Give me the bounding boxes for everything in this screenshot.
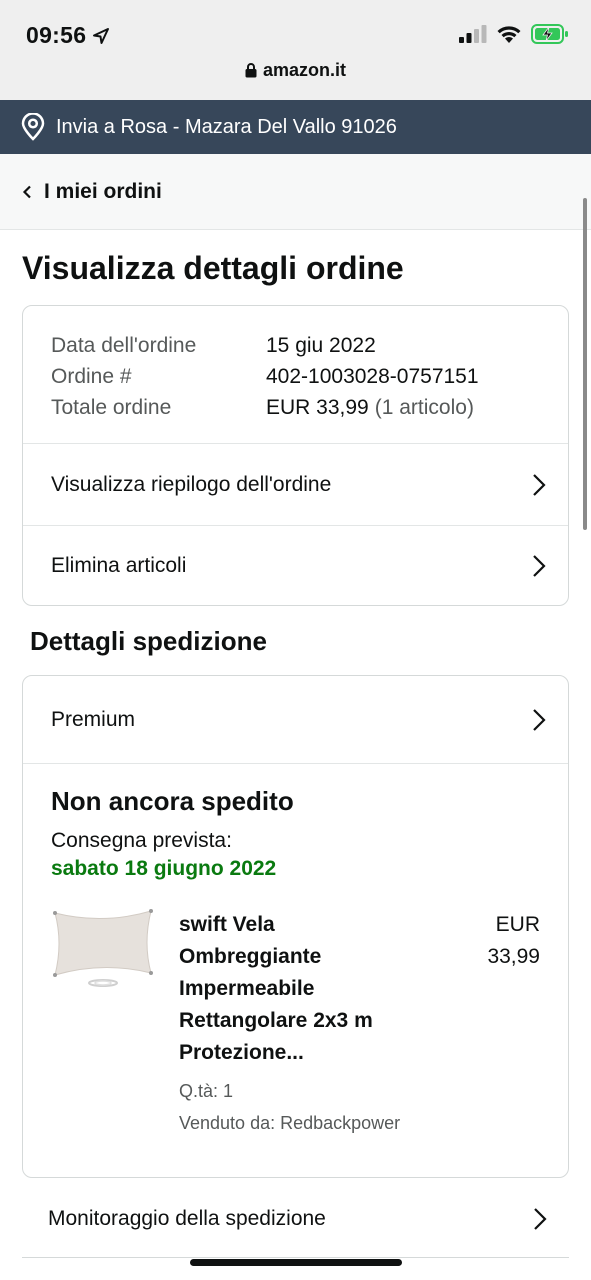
item-title-line: swift Vela <box>179 913 275 936</box>
item-meta: Q.tà: 1 Venduto da: Redbackpower <box>179 1075 479 1139</box>
back-label: I miei ordini <box>44 179 162 203</box>
delete-items-label: Elimina articoli <box>51 554 187 577</box>
order-total-label: Totale ordine <box>51 396 172 419</box>
chevron-left-icon <box>22 185 31 198</box>
url-text: amazon.it <box>262 60 346 80</box>
order-info: Data dell'ordine 15 giu 2022 Ordine # 40… <box>23 306 568 444</box>
item-price: EUR 33,99 <box>460 909 540 973</box>
deliver-to-text: Invia a Rosa - Mazara Del Vallo 91026 <box>56 115 397 138</box>
item-title-link[interactable]: swift Vela Ombreggiante Impermeabile Ret… <box>179 909 479 1069</box>
status-icons <box>459 24 569 44</box>
status-time: 09:56 <box>26 22 110 49</box>
cellular-signal-icon <box>459 25 487 43</box>
track-shipment-link[interactable]: Monitoraggio della spedizione <box>22 1180 569 1258</box>
chevron-right-icon <box>533 555 546 577</box>
order-number-label: Ordine # <box>51 365 132 388</box>
item-title-line: Rettangolare 2x3 m <box>179 1009 373 1032</box>
item-title-line: Impermeabile <box>179 977 315 1000</box>
item-title-line: Ombreggiante <box>179 945 322 968</box>
battery-charging-icon <box>531 24 568 44</box>
shipment-status: Non ancora spedito <box>51 786 294 816</box>
shipping-method-label: Premium <box>51 707 136 731</box>
order-number-row: Ordine # 402-1003028-0757151 <box>51 361 568 392</box>
product-image[interactable] <box>51 909 161 1009</box>
track-shipment-label: Monitoraggio della spedizione <box>48 1206 326 1230</box>
shipment-body: Non ancora spedito Consegna prevista: sa… <box>23 764 568 1139</box>
clock: 09:56 <box>26 22 87 48</box>
delete-items-link[interactable]: Elimina articoli <box>23 525 568 605</box>
shipping-method-link[interactable]: Premium <box>23 676 568 764</box>
order-item-count: (1 articolo) <box>374 396 474 419</box>
chevron-right-icon <box>534 1207 547 1230</box>
item-price-currency: EUR <box>495 913 540 936</box>
item-price-value: 33,99 <box>487 945 540 968</box>
deliver-to-bar[interactable]: Invia a Rosa - Mazara Del Vallo 91026 <box>0 100 591 154</box>
chevron-right-icon <box>533 473 546 496</box>
order-date-row: Data dell'ordine 15 giu 2022 <box>51 330 568 361</box>
home-indicator[interactable] <box>190 1259 402 1266</box>
order-date-label: Data dell'ordine <box>51 334 197 357</box>
order-date-value: 15 giu 2022 <box>266 334 376 357</box>
shade-sail-image <box>53 909 153 987</box>
chevron-right-icon <box>533 708 546 731</box>
order-item: swift Vela Ombreggiante Impermeabile Ret… <box>51 909 540 1139</box>
item-title-line: Protezione... <box>179 1041 304 1064</box>
order-total-value: EUR 33,99 <box>266 396 369 419</box>
delivery-estimate-date: sabato 18 giugno 2022 <box>51 857 277 880</box>
back-to-orders-link[interactable]: I miei ordini <box>0 154 591 230</box>
order-summary-label: Visualizza riepilogo dell'ordine <box>51 472 332 496</box>
order-summary-link[interactable]: Visualizza riepilogo dell'ordine <box>23 444 568 525</box>
shipping-section-title: Dettagli spedizione <box>30 626 267 656</box>
delivery-estimate-label: Consegna prevista: <box>51 829 232 852</box>
wifi-icon <box>497 25 521 43</box>
order-total-row: Totale ordine EUR 33,99 (1 articolo) <box>51 392 568 423</box>
page-title: Visualizza dettagli ordine <box>22 250 404 286</box>
shipment-card: Premium Non ancora spedito Consegna prev… <box>22 675 569 1178</box>
lock-icon <box>245 63 257 78</box>
status-bar: 09:56 amazon.it <box>0 0 591 100</box>
location-arrow-icon <box>93 27 110 44</box>
address-bar[interactable]: amazon.it <box>0 60 591 81</box>
order-summary-card: Data dell'ordine 15 giu 2022 Ordine # 40… <box>22 305 569 606</box>
order-number-value: 402-1003028-0757151 <box>266 365 479 388</box>
scrollbar[interactable] <box>583 198 587 530</box>
item-seller: Venduto da: Redbackpower <box>179 1113 401 1133</box>
location-pin-icon <box>21 113 45 141</box>
item-details: swift Vela Ombreggiante Impermeabile Ret… <box>179 909 479 1139</box>
item-quantity: Q.tà: 1 <box>179 1081 234 1101</box>
